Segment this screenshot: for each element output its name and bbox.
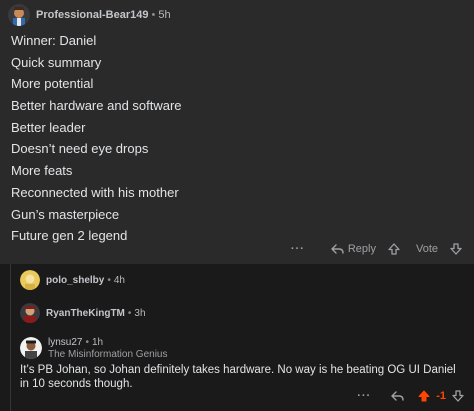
comment-line: More potential — [11, 76, 94, 92]
more-options-button[interactable]: ··· — [357, 390, 371, 402]
comment-line: More feats — [11, 163, 73, 179]
upvote-arrow-icon — [418, 390, 430, 402]
reply-author-row: polo_shelby • 4h — [20, 270, 125, 290]
vote-label-group: Vote — [416, 243, 438, 255]
comment-thread: Professional-Bear149 • 5h Winner: Daniel Q… — [0, 0, 474, 411]
downvote-button[interactable] — [452, 390, 464, 402]
comment-age: 3h — [134, 307, 146, 319]
reply-icon — [391, 390, 404, 401]
author-name[interactable]: RyanTheKingTM — [46, 308, 125, 319]
comment-line: Better leader — [11, 119, 86, 135]
reply-author-row: RyanTheKingTM • 3h — [20, 303, 146, 323]
author-name[interactable]: Professional-Bear149 — [36, 9, 149, 21]
author-meta: Professional-Bear149 • 5h — [36, 9, 171, 21]
downvote-arrow-icon — [450, 243, 462, 255]
reply-button[interactable] — [391, 390, 404, 402]
comment-age: 1h — [91, 337, 104, 348]
separator-dot: • — [107, 274, 111, 286]
upvote-arrow-icon — [388, 243, 400, 255]
reply-icon — [331, 243, 344, 254]
comment-age: 5h — [158, 9, 171, 21]
author-name[interactable]: lynsu27 — [48, 337, 82, 348]
reply-text: It’s PB Johan, so Johan definitely takes… — [20, 364, 456, 390]
main-comment-card: Professional-Bear149 • 5h Winner: Daniel Q… — [0, 0, 474, 264]
separator-dot: • — [85, 337, 89, 348]
comment-actions: ··· Reply Vote — [291, 243, 466, 255]
comment-age: 4h — [113, 274, 125, 286]
comment-body: Winner: Daniel Quick summary More potent… — [11, 33, 182, 250]
separator-dot: • — [151, 9, 156, 21]
vote-score: -1 — [436, 390, 446, 402]
avatar[interactable] — [8, 4, 30, 26]
vote-label: Vote — [415, 243, 438, 255]
upvote-button[interactable] — [418, 390, 430, 402]
more-options-button[interactable]: ··· — [291, 243, 305, 255]
downvote-arrow-icon — [452, 390, 464, 402]
comment-line: Winner: Daniel — [11, 33, 97, 48]
downvote-button[interactable] — [450, 243, 466, 255]
author-meta: polo_shelby • 4h — [46, 275, 125, 286]
comment-author-row: Professional-Bear149 • 5h — [8, 4, 171, 26]
comment-line: Gun’s masterpiece — [11, 206, 120, 222]
author-meta: RyanTheKingTM • 3h — [46, 308, 146, 319]
thread-line[interactable] — [10, 264, 11, 411]
reply-label: Reply — [347, 243, 376, 255]
avatar[interactable] — [20, 270, 40, 290]
reply-author-row: lynsu27 • 1h The Misinformation Genius — [20, 337, 168, 361]
author-meta: lynsu27 • 1h The Misinformation Genius — [48, 337, 168, 361]
author-name[interactable]: polo_shelby — [46, 275, 104, 286]
comment-line: Better hardware and software — [11, 98, 182, 114]
separator-dot: • — [127, 307, 132, 319]
comment-line: Doesn’t need eye drops — [11, 141, 149, 157]
comment-line: Reconnected with his mother — [11, 184, 179, 200]
reply-button[interactable]: Reply — [331, 243, 376, 255]
comment-line: Quick summary — [11, 54, 102, 70]
user-flair: The Misinformation Genius — [48, 349, 168, 360]
avatar[interactable] — [20, 337, 42, 359]
upvote-button[interactable] — [388, 243, 404, 255]
avatar[interactable] — [20, 303, 40, 323]
comment-line: Future gen 2 legend — [11, 228, 128, 244]
reply-actions: ··· -1 — [357, 390, 464, 402]
